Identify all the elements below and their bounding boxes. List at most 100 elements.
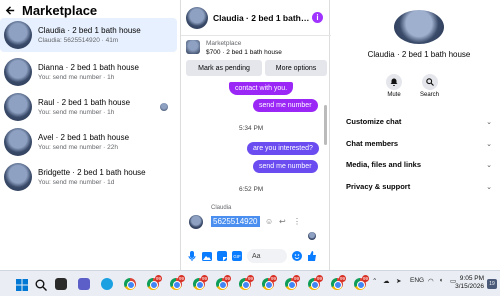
notification-badge: 99 xyxy=(224,275,231,282)
privacy-support-row[interactable]: Privacy & support ⌄ xyxy=(346,182,492,191)
mark-pending-button[interactable]: Mark as pending xyxy=(186,60,262,76)
bell-icon xyxy=(386,74,402,90)
notification-badge: 99 xyxy=(339,275,346,282)
chevron-up-icon[interactable]: ⌃ xyxy=(372,277,377,285)
row-label: Customize chat xyxy=(346,117,402,126)
search-button[interactable]: Search xyxy=(420,74,439,98)
language-indicator[interactable]: ENG xyxy=(410,277,424,284)
chat-avatar[interactable] xyxy=(186,6,208,29)
conversation-name: Bridgette · 2 bed 1 bath house xyxy=(38,168,146,177)
sticker-icon[interactable] xyxy=(217,251,227,261)
notification-count[interactable]: 19 xyxy=(487,279,497,289)
wifi-icon[interactable]: ◠ xyxy=(428,277,434,285)
gif-icon[interactable]: GIF xyxy=(232,251,242,261)
chrome-icon[interactable]: 99 xyxy=(262,275,277,290)
mute-label: Mute xyxy=(387,92,401,98)
back-arrow-icon[interactable] xyxy=(4,4,16,16)
chat-title[interactable]: Claudia · 2 bed 1 bath… xyxy=(213,13,309,23)
list-item[interactable]: Bridgette · 2 bed 1 bath house You: send… xyxy=(0,160,177,194)
chat-members-row[interactable]: Chat members ⌄ xyxy=(346,139,492,148)
chrome-icon[interactable]: 99 xyxy=(285,275,300,290)
list-item[interactable]: Avel · 2 bed 1 bath house You: send me n… xyxy=(0,125,177,159)
list-header: Marketplace xyxy=(4,2,97,18)
image-icon[interactable] xyxy=(202,251,212,261)
clock-time: 9:05 PM xyxy=(459,275,484,282)
conversation-name: Raul · 2 bed 1 bath house xyxy=(38,98,131,107)
notification-badge: 99 xyxy=(316,275,323,282)
system-clock[interactable]: 9:05 PM 3/15/2026 xyxy=(455,275,484,291)
more-icon[interactable]: ⋮ xyxy=(293,217,301,226)
windows-start-icon[interactable] xyxy=(16,278,28,291)
more-options-button[interactable]: More options xyxy=(265,60,327,76)
search-icon[interactable] xyxy=(35,278,47,291)
listing-info[interactable]: Marketplace $700 · 2 bed 1 bath house xyxy=(186,40,282,56)
chevron-down-icon: ⌄ xyxy=(486,183,492,191)
notification-badge: 99 xyxy=(362,275,369,282)
message-thread: contact with you. send me number 5:34 PM… xyxy=(181,80,331,240)
search-icon xyxy=(421,74,438,90)
message-bubble: send me number xyxy=(253,99,318,112)
notification-badge: 99 xyxy=(293,275,300,282)
list-item[interactable]: Claudia · 2 bed 1 bath house Claudia: 56… xyxy=(0,18,177,52)
chrome-icon[interactable]: 99 xyxy=(331,275,346,290)
notification-badge: 99 xyxy=(178,275,185,282)
taskbar: 99 99 99 99 99 99 99 99 99 99 ⌃ ☁ ➤ ENG … xyxy=(0,270,500,296)
mute-button[interactable]: Mute xyxy=(386,74,402,98)
row-label: Media, files and links xyxy=(346,160,422,169)
edge-icon[interactable] xyxy=(101,278,113,290)
conversation-preview: You: send me number · 1d xyxy=(38,179,115,186)
emoji-icon[interactable] xyxy=(292,251,302,261)
conversation-preview: You: send me number · 1h xyxy=(38,74,115,81)
message-input[interactable]: Aa xyxy=(247,249,287,263)
reply-icon[interactable]: ↩ xyxy=(279,217,286,226)
conversation-name: Avel · 2 bed 1 bath house xyxy=(38,133,130,142)
row-label: Chat members xyxy=(346,139,399,148)
notification-badge: 99 xyxy=(155,275,162,282)
timestamp: 6:52 PM xyxy=(239,186,264,193)
chrome-icon[interactable]: 99 xyxy=(239,275,254,290)
conversation-name: Claudia · 2 bed 1 bath house xyxy=(38,26,141,35)
svg-text:GIF: GIF xyxy=(233,254,241,259)
like-icon[interactable] xyxy=(307,251,317,261)
conversation-preview: You: send me number · 22h xyxy=(38,144,118,151)
chrome-icon[interactable]: 99 xyxy=(170,275,185,290)
chrome-icon[interactable]: 99 xyxy=(216,275,231,290)
composer-bar: GIF Aa xyxy=(181,245,331,267)
scrollbar[interactable] xyxy=(324,105,327,145)
listing-thumbnail xyxy=(4,58,32,86)
cloud-icon[interactable]: ☁ xyxy=(383,277,390,285)
chevron-down-icon: ⌄ xyxy=(486,161,492,169)
info-icon[interactable]: i xyxy=(312,12,323,23)
task-view-icon[interactable] xyxy=(55,278,67,290)
react-icon[interactable]: ☺ xyxy=(265,217,273,226)
read-receipt-avatar xyxy=(160,103,168,111)
media-files-row[interactable]: Media, files and links ⌄ xyxy=(346,160,492,169)
customize-chat-row[interactable]: Customize chat ⌄ xyxy=(346,117,492,126)
notification-badge: 99 xyxy=(201,275,208,282)
chrome-icon[interactable]: 99 xyxy=(193,275,208,290)
list-item[interactable]: Raul · 2 bed 1 bath house You: send me n… xyxy=(0,90,177,124)
location-icon[interactable]: ➤ xyxy=(396,277,401,285)
message-bubble: contact with you. xyxy=(229,82,294,95)
conversation-preview: You: send me number · 1h xyxy=(38,109,115,116)
chrome-icon[interactable]: 99 xyxy=(147,275,162,290)
sender-name: Claudia xyxy=(211,205,232,211)
teams-icon[interactable] xyxy=(78,278,90,290)
chrome-icon[interactable] xyxy=(124,278,136,290)
listing-thumbnail xyxy=(186,40,200,54)
listing-thumbnail xyxy=(4,21,32,49)
listing-thumbnail xyxy=(4,93,32,121)
listing-thumbnail xyxy=(4,163,32,191)
incoming-message[interactable]: 5625514920 xyxy=(211,216,260,227)
chat-panel: Claudia · 2 bed 1 bath… i Marketplace $7… xyxy=(180,0,331,270)
profile-avatar xyxy=(394,10,444,44)
list-item[interactable]: Dianna · 2 bed 1 bath house You: send me… xyxy=(0,55,177,89)
chrome-icon[interactable]: 99 xyxy=(308,275,323,290)
volume-icon[interactable]: ◖ xyxy=(439,277,443,284)
sender-avatar xyxy=(189,215,203,229)
microphone-icon[interactable] xyxy=(187,251,197,261)
chrome-icon[interactable]: 99 xyxy=(354,275,369,290)
conversation-list-panel: Marketplace Claudia · 2 bed 1 bath house… xyxy=(0,0,177,270)
search-label: Search xyxy=(420,92,440,98)
chevron-down-icon: ⌄ xyxy=(486,140,492,148)
